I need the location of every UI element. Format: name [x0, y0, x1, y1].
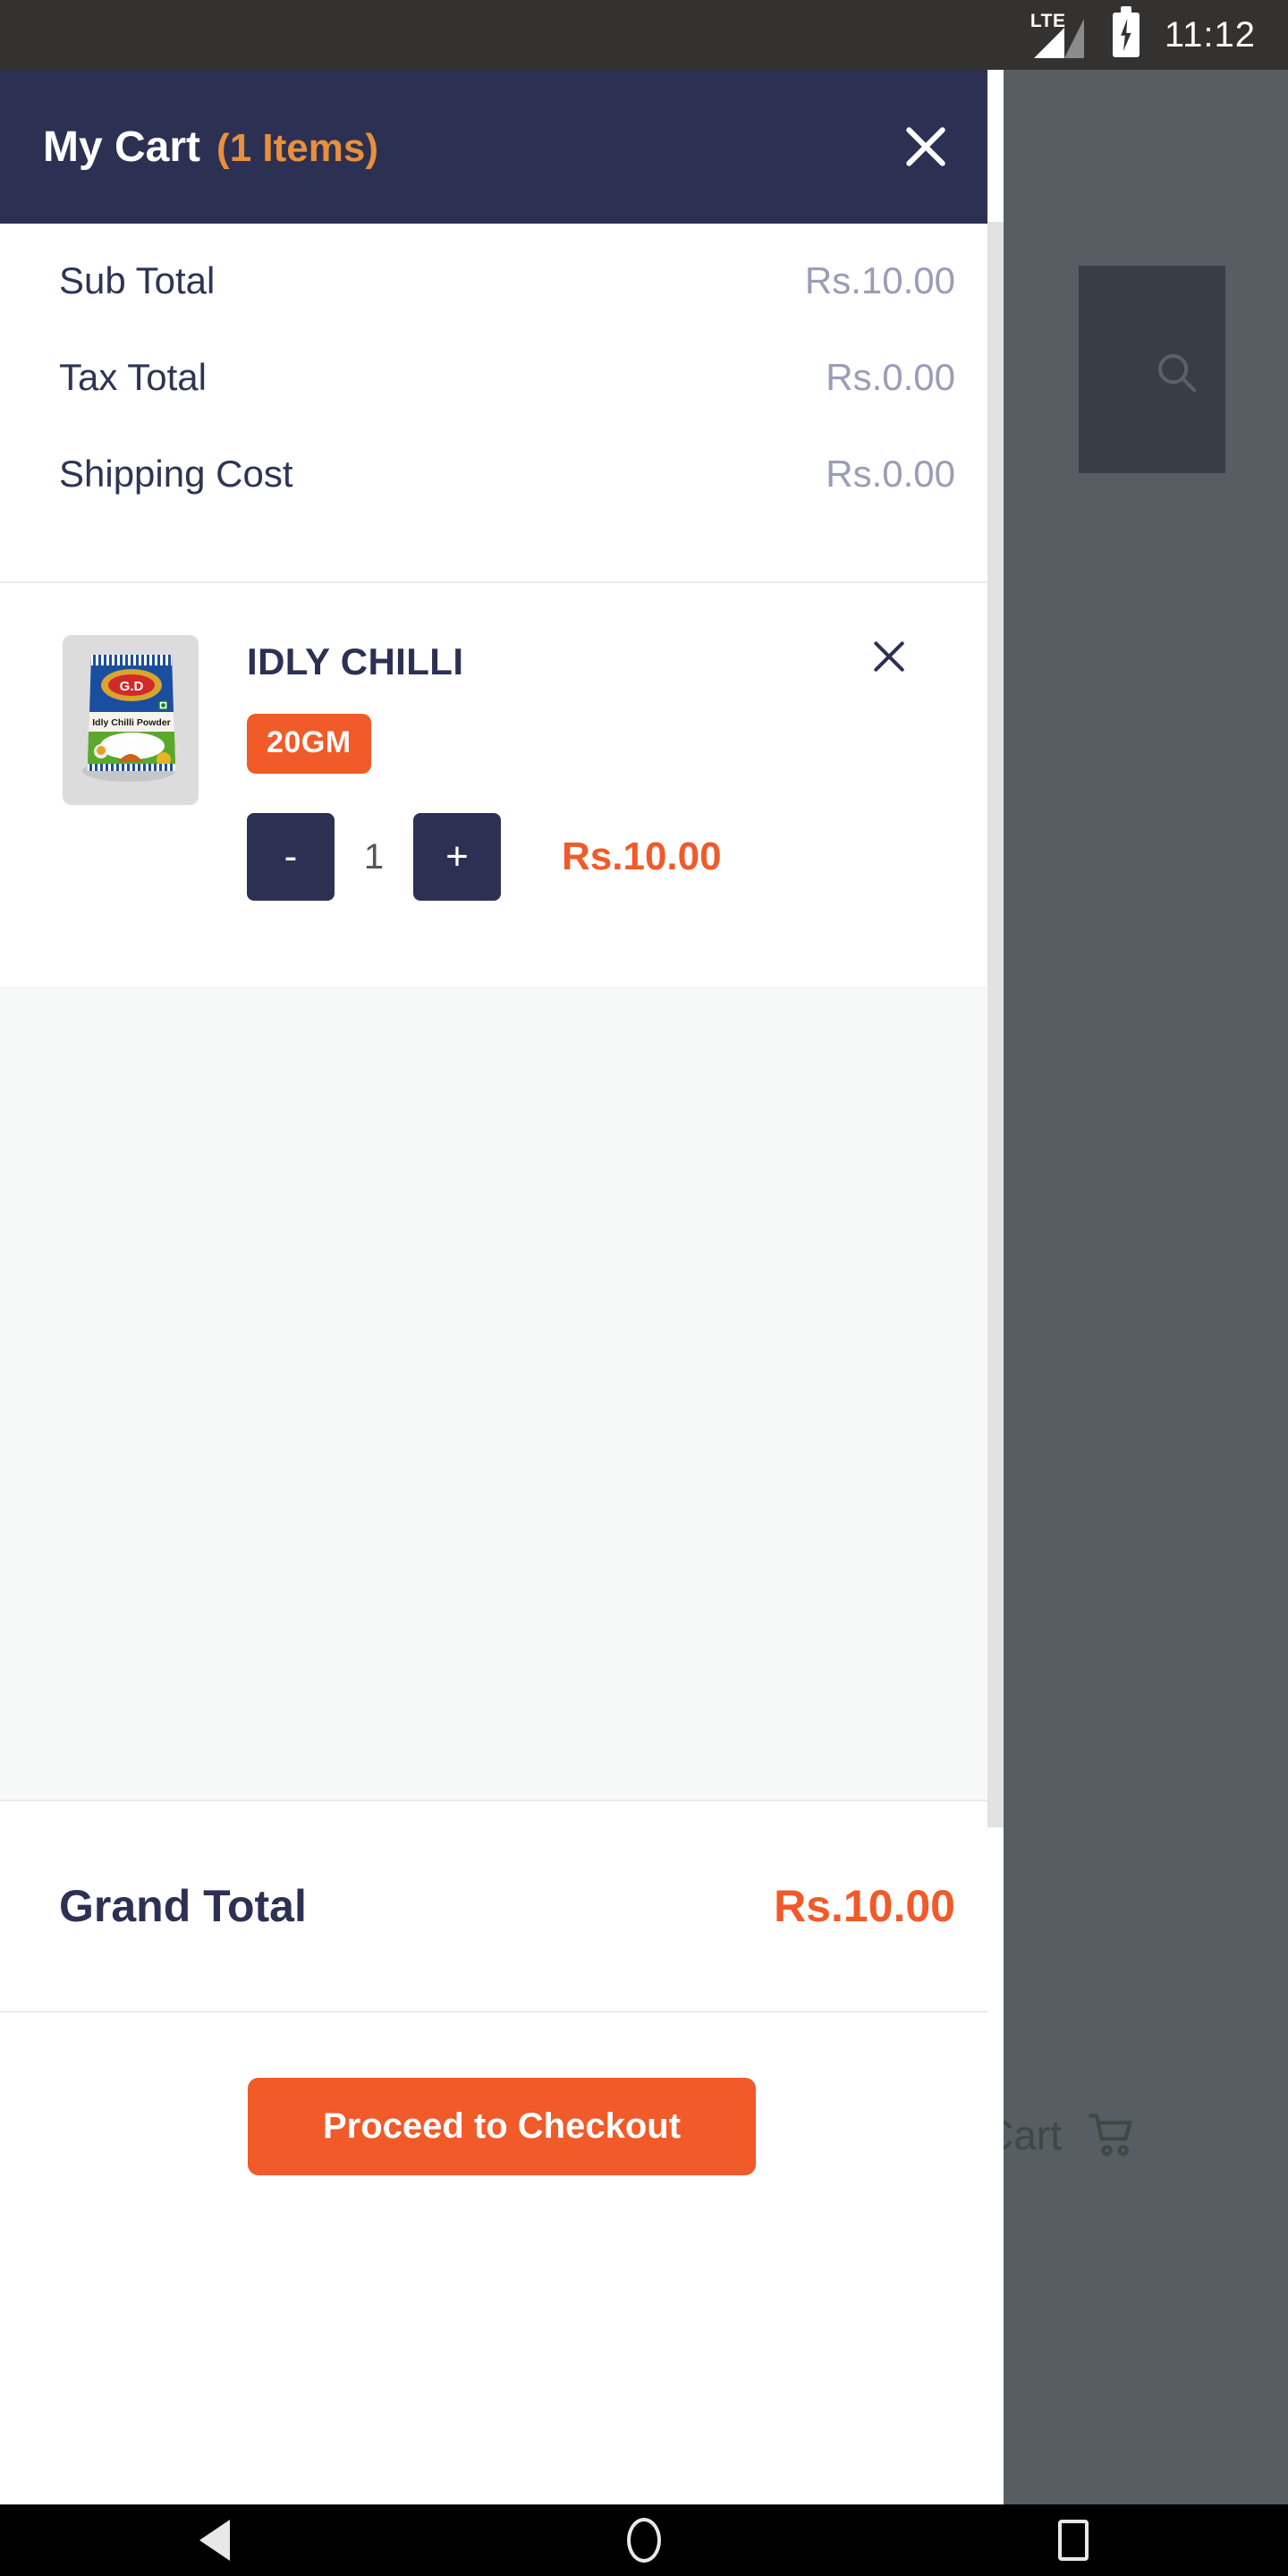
close-icon: [874, 641, 904, 672]
shopping-cart-icon: [1089, 2114, 1132, 2157]
charging-bolt-glyph: [1121, 19, 1131, 51]
cart-drawer-scrollbar[interactable]: [987, 70, 1004, 2504]
nav-recents-button[interactable]: [1011, 2504, 1136, 2576]
status-icons: LTE 11:12: [1030, 6, 1256, 58]
grand-total-value: Rs.10.00: [774, 1881, 955, 1931]
decrement-quantity-button[interactable]: -: [247, 813, 335, 901]
cart-title-group: My Cart (1 Items): [43, 123, 887, 172]
nav-home-button[interactable]: [581, 2504, 707, 2576]
checkout-section: Proceed to Checkout: [0, 2011, 1004, 2240]
search-icon: [1157, 353, 1197, 393]
product-image-idly-chilli-powder: G.D Idly Chilli Powder: [63, 635, 199, 805]
quantity-value: 1: [363, 836, 385, 877]
cart-summary-section: Sub Total Rs.10.00 Tax Total Rs.0.00 Shi…: [0, 224, 1004, 583]
product-thumbnail[interactable]: G.D Idly Chilli Powder: [63, 635, 199, 805]
cart-empty-space: [0, 987, 1004, 1800]
close-icon: [906, 127, 945, 166]
svg-text:G.D: G.D: [120, 679, 144, 694]
close-cart-button[interactable]: [887, 108, 964, 185]
cart-item-list: G.D Idly Chilli Powder IDLY CHILLI 20GM …: [0, 583, 1004, 987]
background-cart-link: Cart: [984, 2111, 1139, 2159]
shipping-cost-label: Shipping Cost: [59, 453, 293, 495]
summary-row-tax-total: Tax Total Rs.0.00: [59, 356, 955, 453]
signal-triangle: [1033, 28, 1064, 58]
cart-drawer-header: My Cart (1 Items): [0, 70, 1004, 224]
signal-triangle-dim: [1063, 19, 1084, 58]
cart-title: My Cart: [43, 123, 201, 171]
cart-item-price: Rs.10.00: [562, 835, 722, 878]
subtotal-value: Rs.10.00: [804, 259, 955, 301]
cart-item-row: G.D Idly Chilli Powder IDLY CHILLI 20GM …: [0, 583, 1004, 987]
cart-drawer-scrollbar-thumb[interactable]: [987, 222, 1004, 1827]
grand-total-label: Grand Total: [59, 1881, 307, 1931]
phone-screen: LTE 11:12 Cart My Cart (1 Items) Sub Tot…: [0, 0, 1288, 2576]
grand-total-section: Grand Total Rs.10.00: [0, 1800, 1004, 2011]
summary-row-subtotal: Sub Total Rs.10.00: [59, 259, 955, 356]
cart-item-details: IDLY CHILLI 20GM - 1 + Rs.10.00: [199, 621, 964, 946]
cart-item-count: (1 Items): [216, 125, 378, 170]
tax-total-label: Tax Total: [59, 356, 207, 398]
cart-item-variant-badge: 20GM: [247, 714, 371, 774]
remove-item-button[interactable]: [860, 628, 918, 685]
summary-row-shipping-cost: Shipping Cost Rs.0.00: [59, 453, 955, 549]
my-cart-drawer: My Cart (1 Items) Sub Total Rs.10.00 Tax…: [0, 70, 1004, 2504]
quantity-stepper: - 1 + Rs.10.00: [247, 813, 964, 901]
home-circle-icon: [627, 2518, 661, 2563]
android-navigation-bar: [0, 2504, 1288, 2576]
android-status-bar: LTE 11:12: [0, 0, 1288, 70]
cart-item-name: IDLY CHILLI: [247, 640, 464, 682]
proceed-to-checkout-button[interactable]: Proceed to Checkout: [248, 2077, 756, 2175]
battery-charging-icon: [1112, 6, 1140, 57]
subtotal-label: Sub Total: [59, 259, 216, 301]
tax-total-value: Rs.0.00: [826, 356, 955, 398]
increment-quantity-button[interactable]: +: [413, 813, 501, 901]
nav-back-button[interactable]: [152, 2504, 277, 2576]
recents-square-icon: [1058, 2520, 1089, 2561]
background-search-box: [1079, 266, 1225, 473]
shipping-cost-value: Rs.0.00: [826, 453, 955, 495]
svg-text:Idly Chilli Powder: Idly Chilli Powder: [92, 717, 171, 728]
status-bar-clock: 11:12: [1164, 14, 1256, 55]
signal-bars-icon: LTE: [1030, 12, 1095, 58]
back-triangle-icon: [199, 2520, 230, 2561]
